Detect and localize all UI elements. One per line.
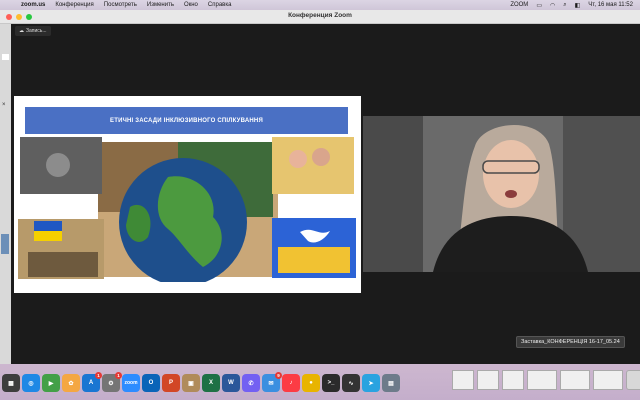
music-icon[interactable]: ♪ — [282, 374, 300, 392]
notification-badge: 1 — [115, 372, 122, 379]
collage-child-face-1 — [289, 150, 307, 168]
speaker-video[interactable] — [363, 116, 640, 272]
menu-item-window[interactable]: Окно — [184, 2, 198, 8]
appstore-icon[interactable]: A1 — [82, 372, 102, 392]
menu-bar: zoom.us Конференция Посмотреть Изменить … — [0, 0, 640, 10]
background-window-tab[interactable] — [2, 54, 9, 60]
battery-icon[interactable]: ▭ — [536, 2, 542, 9]
control-center-icon[interactable]: ◧ — [575, 2, 581, 9]
cloud-record-icon: ☁ — [19, 28, 24, 34]
dock-recent-file-6[interactable] — [593, 370, 623, 390]
zoom-icon[interactable]: zoom — [122, 374, 140, 392]
trash-icon[interactable] — [626, 370, 640, 390]
activity-icon[interactable]: ∿ — [342, 374, 360, 392]
archive-icon[interactable]: ▣ — [182, 374, 200, 392]
dock-recent-file-3[interactable] — [502, 370, 524, 390]
speaker-wall-left — [363, 116, 423, 272]
slide-heading: ЕТИЧНІ ЗАСАДИ ІНКЛЮЗИВНОГО СПІЛКУВАННЯ — [25, 107, 348, 134]
collage-flag-yellow — [34, 231, 62, 241]
terminal-icon[interactable]: >_ — [322, 374, 340, 392]
dock-recent-file-1[interactable] — [452, 370, 474, 390]
search-icon[interactable]: ⌕ — [563, 2, 566, 9]
menubar-clock[interactable]: Чт, 16 мая 11:52 — [588, 2, 633, 8]
recording-indicator[interactable]: ☁ Запись... — [15, 26, 51, 36]
viber-icon[interactable]: ✆ — [242, 374, 260, 392]
background-window-close[interactable]: × — [2, 102, 6, 108]
dock-tooltip: Заставка_КОНФЕРЕНЦІЯ 16-17_05.24 — [516, 336, 625, 348]
menu-app-name[interactable]: zoom.us — [21, 2, 45, 8]
settings-icon[interactable]: ⚙ 1 — [102, 372, 122, 392]
outlook-icon[interactable]: O — [142, 374, 160, 392]
menu-item-view[interactable]: Посмотреть — [104, 2, 137, 8]
collage-soldiers — [28, 252, 98, 277]
dock-recent-items — [452, 370, 640, 390]
collage-map-yellow — [278, 247, 350, 273]
menu-item-meeting[interactable]: Конференция — [55, 2, 93, 8]
slide-collage-image — [18, 137, 356, 282]
chrome-icon[interactable]: ● — [302, 374, 320, 392]
menu-item-help[interactable]: Справка — [208, 2, 232, 8]
notification-badge: 9 — [275, 372, 282, 379]
background-window-panel — [1, 234, 9, 254]
window-title: Конференция Zoom — [288, 12, 352, 19]
background-window[interactable]: × — [0, 24, 11, 364]
telegram-icon[interactable]: ➤ — [362, 374, 380, 392]
menu-item-edit[interactable]: Изменить — [147, 2, 174, 8]
collage-children-photo — [272, 137, 354, 194]
collage-child-face-2 — [312, 148, 330, 166]
collage-flag-blue — [34, 221, 62, 231]
apple-icon[interactable] — [7, 1, 15, 9]
word-icon[interactable]: W — [222, 374, 240, 392]
excel-icon[interactable]: X — [202, 374, 220, 392]
safari-icon[interactable]: ◎ — [22, 374, 40, 392]
collage-child-figure — [46, 153, 70, 177]
dock-recent-file-2[interactable] — [477, 370, 499, 390]
notification-badge: 1 — [95, 372, 102, 379]
dock-recent-file-4[interactable] — [527, 370, 557, 390]
photos-icon[interactable]: ✿ — [62, 374, 80, 392]
zoom-status-label[interactable]: ZOOM — [510, 2, 528, 8]
dock-recent-file-5[interactable] — [560, 370, 590, 390]
launchpad-icon[interactable]: ▦ — [2, 374, 20, 392]
speaker-mouth — [505, 190, 517, 198]
wifi-icon[interactable]: ◠ — [550, 2, 555, 9]
dock-apps: ▦ ◎ ▶ ✿ A 1 ⚙ 1 zoom O P ▣ X W ✆ ✉ 9 ♪ ● >_ ∿ ➤ ▤ — [2, 370, 400, 396]
recording-label: Запись... — [26, 28, 47, 34]
preview-icon[interactable]: ▤ — [382, 374, 400, 392]
window-title-bar: Конференция Zoom — [0, 10, 640, 24]
powerpoint-icon[interactable]: P — [162, 374, 180, 392]
facetime-icon[interactable]: ▶ — [42, 374, 60, 392]
mail-icon[interactable]: ✉ 9 — [262, 372, 282, 392]
